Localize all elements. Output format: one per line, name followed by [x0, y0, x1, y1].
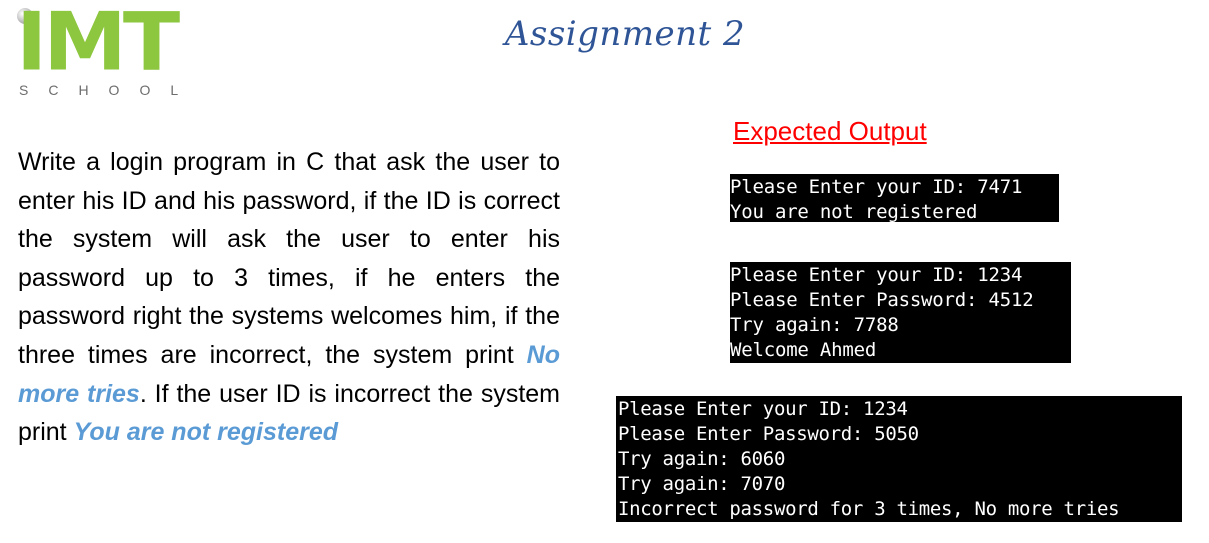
- not-registered-highlight: You are not registered: [73, 418, 339, 447]
- console-line: Incorrect password for 3 times, No more …: [618, 498, 1120, 520]
- console-line: Please Enter your ID: 1234: [618, 398, 908, 420]
- console-line: Please Enter Password: 5050: [618, 423, 919, 445]
- console-line: You are not registered: [730, 201, 978, 223]
- console-line: Welcome Ahmed: [730, 339, 877, 361]
- expected-output-label: Expected Output: [733, 116, 927, 146]
- console-line: Try again: 7788: [730, 314, 899, 336]
- assignment-description: Write a login program in C that ask the …: [18, 143, 560, 452]
- imt-school-logo: IMT SCHOOL: [0, 0, 210, 110]
- console-line: Please Enter Password: 4512: [730, 289, 1034, 311]
- console-line: Try again: 6060: [618, 448, 786, 470]
- console-output-welcome: Please Enter your ID: 1234 Please Enter …: [730, 262, 1071, 363]
- console-line: Please Enter your ID: 1234: [730, 264, 1023, 286]
- console-output-not-registered: Please Enter your ID: 7471 You are not r…: [730, 174, 1059, 223]
- console-line: Try again: 7070: [618, 473, 786, 495]
- logo-main-text: IMT: [16, 0, 180, 89]
- description-text-1: Write a login program in C that ask the …: [18, 148, 560, 369]
- logo-sub-text: SCHOOL: [19, 82, 199, 98]
- console-output-no-more-tries: Please Enter your ID: 1234 Please Enter …: [616, 396, 1182, 522]
- console-line: Please Enter your ID: 7471: [730, 176, 1023, 198]
- page-title: Assignment 2: [504, 14, 746, 54]
